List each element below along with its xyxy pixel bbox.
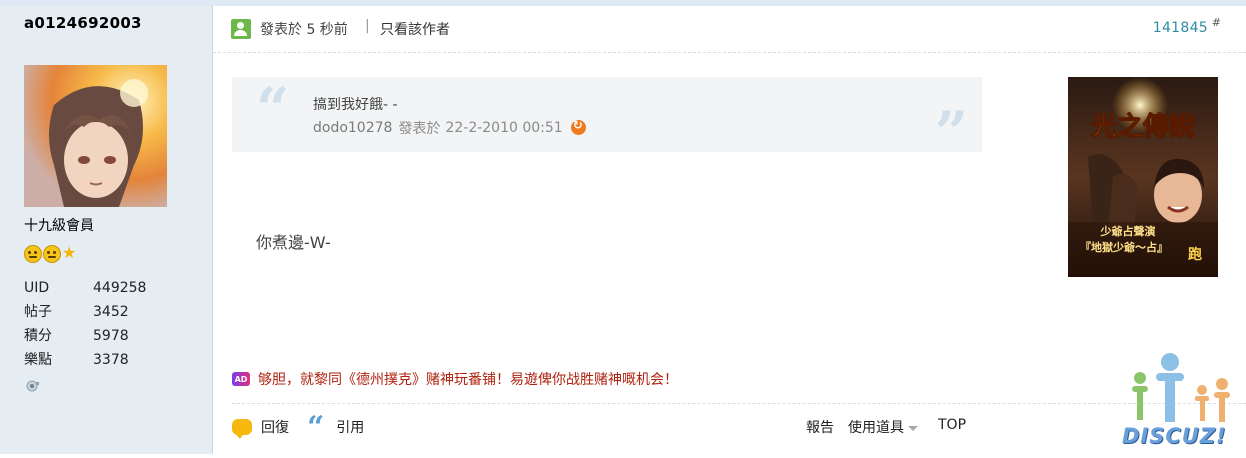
stat-label: 帖子 [24,304,52,320]
magic-icon[interactable] [26,380,40,392]
banner-line2: 『地獄少爺〜占』 [1080,240,1168,254]
stat-row-points: 樂點 3378 [24,348,146,372]
banner-line1: 少爺占聲演 [1100,224,1156,238]
quote-posted-label: 發表於 [398,121,441,137]
stat-label: 樂點 [24,352,52,368]
star-rank-icon: ★ [62,243,77,262]
report-link[interactable]: 報告 [806,417,834,437]
only-author-link[interactable]: 只看該作者 [380,19,450,39]
close-quote-icon: ” [934,99,968,167]
avatar[interactable] [24,65,167,207]
smiley-rank-icon [43,245,61,263]
quote-meta: dodo10278 發表於 22-2-2010 00:51 [313,118,586,138]
reply-button[interactable]: 回復 [232,417,289,439]
post-header: 發表於 5 秒前 | 只看該作者 141845 # [213,6,1246,53]
top-link[interactable]: TOP [938,417,966,433]
post-number[interactable]: 141845 [1153,20,1208,36]
use-tools-menu[interactable]: 使用道具 [848,417,918,437]
quote-text: 搞到我好餓- - [313,97,398,113]
banner-corner: 跑 [1188,246,1202,263]
stat-label: 積分 [24,328,52,344]
chevron-down-icon [908,425,918,431]
stat-value[interactable]: 449258 [93,276,146,300]
user-rank: 十九級會員 [24,218,94,234]
stat-value[interactable]: 3452 [93,300,129,324]
stat-label: UID [24,280,50,296]
stat-row-credits: 積分 5978 [24,324,146,348]
username[interactable]: a0124692003 [24,14,142,32]
stat-row-posts: 帖子 3452 [24,300,146,324]
discuz-wordmark: DISCUZ! [1122,424,1227,448]
goto-original-icon[interactable] [570,118,586,135]
stat-row-uid: UID 449258 [24,276,146,300]
ad-text[interactable]: 够胆，就黎同《德州撲克》赌神玩番铺！易遊俾你战胜赌神嘅机会！ [258,369,678,389]
quote-date: 22-2-2010 00:51 [445,120,563,136]
ad-badge-icon: AD [232,372,250,386]
quote-block: “ ” 搞到我好餓- - dodo10278 發表於 22-2-2010 00:… [232,75,982,163]
text-ad[interactable]: AD 够胆，就黎同《德州撲克》赌神玩番铺！易遊俾你战胜赌神嘅机会！ [232,369,678,389]
reply-label: 回復 [261,420,289,436]
use-tools-label: 使用道具 [848,420,904,436]
discuz-logo: DISCUZ! [1118,348,1246,454]
user-sidebar: a0124692003 十九級會員 ★ UID 449258 帖子 3452 積… [0,6,213,454]
ad-banner-image[interactable]: 光之傳說 少爺占聲演 『地獄少爺〜占』 跑 [1068,77,1218,277]
quote-button[interactable]: “ 引用 [307,410,365,445]
post-number-hash: # [1211,16,1221,29]
separator: | [365,18,370,34]
footer-divider [232,403,1246,404]
open-quote-icon: “ [256,75,290,143]
smiley-rank-icon [24,245,42,263]
quote-label: 引用 [336,420,365,436]
post-message: 你煮邊-W- [256,233,331,252]
post-time: 發表於 5 秒前 [260,22,348,38]
stat-value: 5978 [93,328,129,344]
user-stats: UID 449258 帖子 3452 積分 5978 樂點 3378 [24,276,146,372]
stat-value: 3378 [93,352,129,368]
quote-marks-icon: “ [307,410,325,445]
quote-author: dodo10278 [313,120,393,136]
banner-title: 光之傳說 [1090,111,1195,142]
online-status-icon [231,19,251,39]
rank-stars: ★ [24,245,76,263]
reply-bubble-icon [232,419,252,439]
